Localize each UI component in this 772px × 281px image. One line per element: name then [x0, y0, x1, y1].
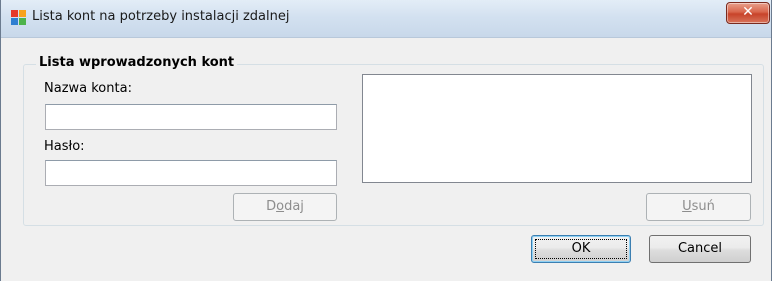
groupbox-title: Lista wprowadzonych kont — [36, 55, 238, 70]
password-label: Hasło: — [44, 139, 85, 154]
title-bar[interactable]: Lista kont na potrzeby instalacji zdalne… — [1, 0, 771, 38]
add-button[interactable]: Dodaj — [233, 193, 337, 221]
close-icon: ✕ — [742, 4, 754, 20]
remove-button-label: Usuń — [682, 199, 715, 214]
account-name-input[interactable] — [45, 104, 337, 130]
window-title: Lista kont na potrzeby instalacji zdalne… — [32, 9, 290, 24]
add-button-label: Dodaj — [266, 199, 304, 214]
account-name-label: Nazwa konta: — [44, 81, 132, 96]
close-button[interactable]: ✕ — [726, 2, 770, 24]
password-input[interactable] — [45, 160, 337, 186]
ok-button[interactable]: OK — [531, 235, 631, 263]
dialog-window: Lista kont na potrzeby instalacji zdalne… — [0, 0, 772, 281]
cancel-button[interactable]: Cancel — [649, 235, 751, 263]
cancel-button-label: Cancel — [677, 241, 723, 256]
ok-button-label: OK — [571, 241, 591, 256]
accounts-listbox[interactable] — [362, 74, 752, 183]
avg-logo-icon — [10, 8, 28, 26]
remove-button[interactable]: Usuń — [646, 193, 751, 221]
dialog-client-area: Lista wprowadzonych kont Nazwa konta: Ha… — [1, 38, 771, 281]
